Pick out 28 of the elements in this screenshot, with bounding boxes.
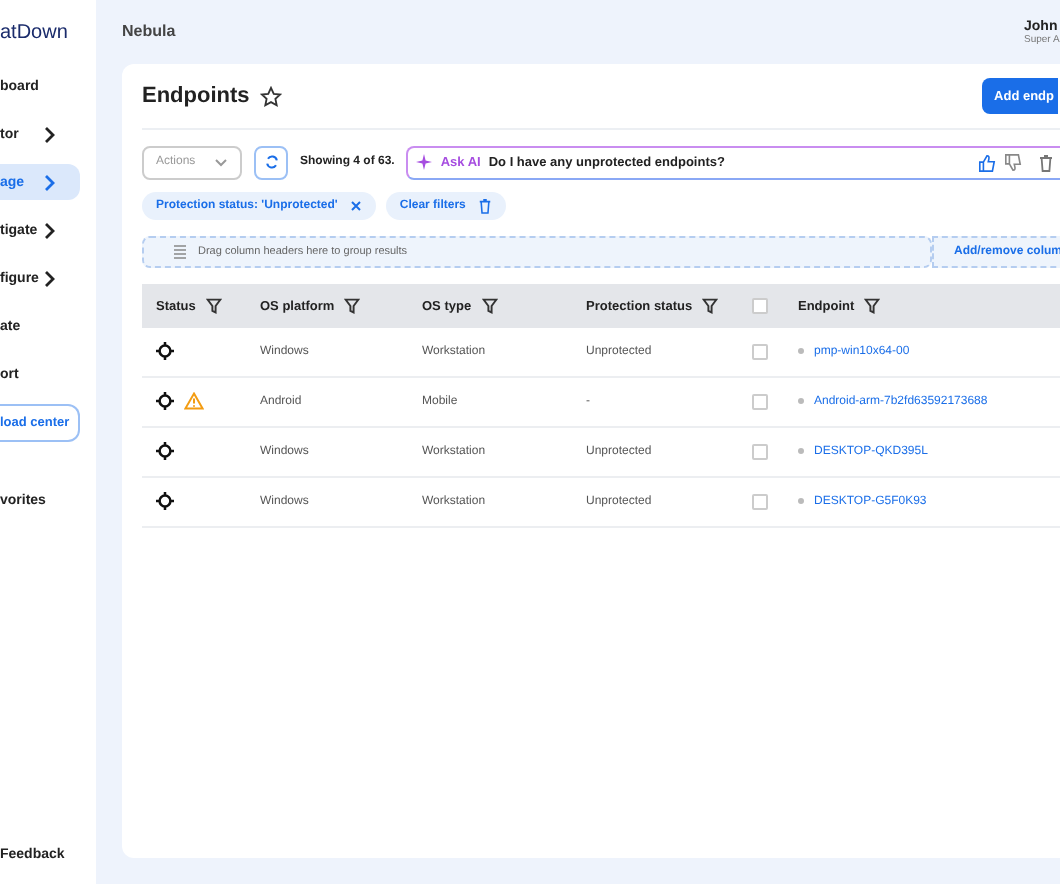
trash-icon[interactable]	[1038, 153, 1054, 171]
filter-icon[interactable]	[481, 298, 498, 314]
select-all-checkbox[interactable]	[752, 298, 768, 314]
refresh-button[interactable]	[254, 145, 288, 179]
sparkle-icon	[416, 154, 433, 170]
list-icon	[172, 244, 188, 260]
crosshair-icon	[156, 491, 174, 509]
thumbs-up-icon[interactable]	[978, 153, 996, 171]
thumbs-down-icon[interactable]	[1004, 153, 1022, 171]
logo-text: atDown	[0, 22, 70, 44]
trash-icon	[477, 198, 492, 214]
filter-icon[interactable]	[205, 298, 222, 314]
row-checkbox[interactable]	[752, 444, 768, 460]
row-checkbox[interactable]	[752, 494, 768, 510]
close-icon[interactable]	[349, 200, 362, 212]
row-checkbox[interactable]	[752, 344, 768, 360]
filter-icon[interactable]	[344, 298, 361, 314]
chevron-down-icon	[214, 157, 228, 167]
filter-icon[interactable]	[864, 298, 881, 314]
filter-icon[interactable]	[702, 298, 719, 314]
star-icon[interactable]	[259, 85, 282, 107]
crosshair-icon	[156, 441, 174, 459]
refresh-icon	[263, 154, 279, 170]
crosshair-icon	[156, 391, 174, 409]
page-title: Endpoints	[142, 84, 250, 108]
crosshair-icon	[156, 341, 174, 359]
row-checkbox[interactable]	[752, 394, 768, 410]
tenant-name: Nebula	[122, 22, 176, 40]
